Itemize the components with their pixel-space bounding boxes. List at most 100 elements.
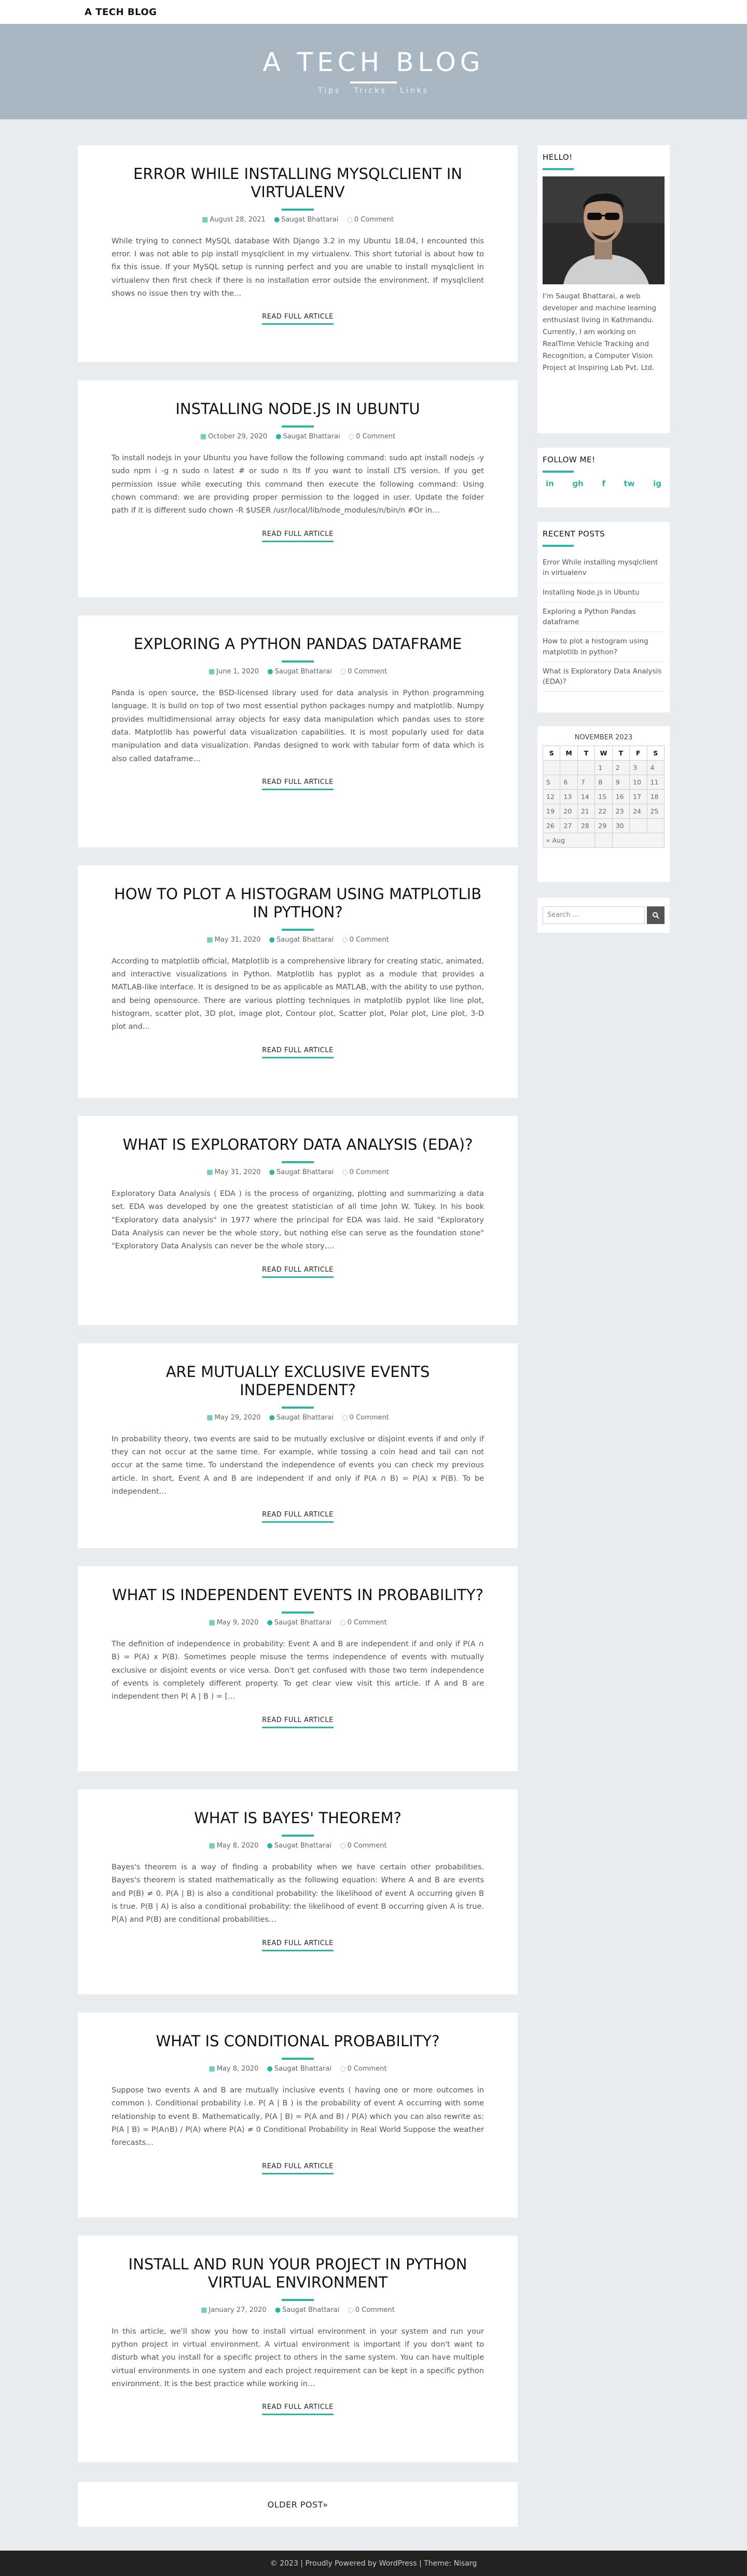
read-more-link[interactable]: READ FULL ARTICLE [262,1511,334,1523]
older-posts-link[interactable]: OLDER POST» [268,2500,328,2510]
post-comments[interactable]: 0 Comment [347,1842,386,1850]
post-date[interactable]: May 29, 2020 [215,1414,261,1422]
post-author[interactable]: Saugat Bhattarai [282,2306,339,2314]
post-comments[interactable]: 0 Comment [347,1619,386,1627]
post-comments[interactable]: 0 Comment [350,936,389,944]
twitter-icon[interactable]: tw [624,479,634,488]
user-icon: ● [269,1168,275,1176]
widget-rule [543,471,574,473]
post-date[interactable]: May 9, 2020 [217,1619,259,1627]
calendar-day: 11 [646,775,665,790]
read-more-link[interactable]: READ FULL ARTICLE [262,2403,334,2416]
post-date[interactable]: May 8, 2020 [217,1842,259,1850]
post-author[interactable]: Saugat Bhattarai [274,1842,331,1850]
site-title-link[interactable]: A TECH BLOG [85,7,157,18]
post-comments[interactable]: 0 Comment [356,433,395,440]
post-comments[interactable]: 0 Comment [354,216,394,224]
post-title[interactable]: WHAT IS EXPLORATORY DATA ANALYSIS (EDA)? [112,1136,484,1154]
post-title[interactable]: INSTALLING NODE.JS IN UBUNTU [112,400,484,418]
post-comments[interactable]: 0 Comment [350,1414,389,1422]
post-comments[interactable]: 0 Comment [347,2065,386,2073]
facebook-icon[interactable]: f [602,479,605,488]
calendar-day: 28 [577,818,596,833]
post-title[interactable]: HOW TO PLOT A HISTOGRAM USING MATPLOTLIB… [112,885,484,921]
recent-post-link[interactable]: What is Exploratory Data Analysis (EDA)? [543,662,665,692]
read-more-link[interactable]: READ FULL ARTICLE [262,1266,334,1278]
calendar-day: 17 [629,789,647,804]
hello-widget: HELLO! I'm Saugat Bhattarai, a web devel… [537,145,670,433]
hero-title[interactable]: A TECH BLOG [0,47,747,77]
post-title[interactable]: WHAT IS INDEPENDENT EVENTS IN PROBABILIT… [112,1586,484,1604]
post-title[interactable]: WHAT IS CONDITIONAL PROBABILITY? [112,2032,484,2050]
search-widget: Search ... [537,898,670,933]
read-more-link[interactable]: READ FULL ARTICLE [262,530,334,542]
recent-post-link[interactable]: How to plot a histogram using matplotlib… [543,632,665,662]
post-author[interactable]: Saugat Bhattarai [274,2065,331,2073]
weekday-label: S [646,746,665,761]
calendar-day: 9 [612,775,630,790]
calendar-icon: ▦ [209,1618,215,1627]
recent-post-link[interactable]: Error While installing mysqlclient in vi… [543,553,665,583]
comment-icon: ◌ [348,2306,354,2314]
recent-post-link[interactable]: Installing Node.js in Ubuntu [543,583,665,602]
post-title[interactable]: ARE MUTUALLY EXCLUSIVE EVENTS INDEPENDEN… [112,1363,484,1399]
recent-post-link[interactable]: Exploring a Python Pandas dataframe [543,602,665,632]
post-date[interactable]: May 31, 2020 [215,936,261,944]
calendar-table: S M T W T F S 1 2 3 4 5 6 7 8 9 10 11 12… [542,746,665,848]
linkedin-icon[interactable]: in [546,479,554,488]
calendar-nav-row: « Aug [542,833,665,848]
github-icon[interactable]: gh [572,479,583,488]
widget-title: HELLO! [543,153,573,162]
read-more-link[interactable]: READ FULL ARTICLE [262,313,334,325]
post-author[interactable]: Saugat Bhattarai [276,1168,334,1176]
calendar-header-row: S M T W T F S [542,746,665,761]
post-card: WHAT IS EXPLORATORY DATA ANALYSIS (EDA)?… [78,1116,518,1325]
instagram-icon[interactable]: ig [653,479,661,488]
post-meta: ▦ June 1, 2020 ● Saugat Bhattarai ◌ 0 Comme… [112,668,484,676]
footer: © 2023 | Proudly Powered by WordPress | … [0,2551,747,2576]
read-more-link[interactable]: READ FULL ARTICLE [262,1046,334,1058]
comment-icon: ◌ [342,935,348,944]
user-icon: ● [273,215,280,224]
post-comments[interactable]: 0 Comment [355,2306,395,2314]
calendar-day [542,760,561,775]
bio-text: I'm Saugat Bhattarai, a web developer an… [543,292,656,372]
post-author[interactable]: Saugat Bhattarai [275,668,332,676]
search-button[interactable] [647,906,665,924]
post-author[interactable]: Saugat Bhattarai [283,433,340,440]
post-date[interactable]: August 28, 2021 [210,216,266,224]
search-input[interactable]: Search ... [543,906,645,924]
post-date[interactable]: May 31, 2020 [215,1168,261,1176]
calendar-day: 12 [542,789,561,804]
post-author[interactable]: Saugat Bhattarai [274,1619,331,1627]
post-title[interactable]: ERROR WHILE INSTALLING MYSQLCLIENT IN VI… [112,165,484,201]
post-date[interactable]: October 29, 2020 [208,433,267,440]
post-title[interactable]: WHAT IS BAYES' THEOREM? [112,1809,484,1827]
read-more-link[interactable]: READ FULL ARTICLE [262,1716,334,1728]
post-meta: ▦ May 31, 2020 ● Saugat Bhattarai ◌ 0 Comme… [112,936,484,944]
post-date[interactable]: January 27, 2020 [209,2306,266,2314]
post-title[interactable]: INSTALL AND RUN YOUR PROJECT IN PYTHON V… [112,2255,484,2292]
post-date[interactable]: June 1, 2020 [216,668,259,676]
read-more-link[interactable]: READ FULL ARTICLE [262,778,334,791]
user-icon: ● [267,667,273,676]
post-author[interactable]: Saugat Bhattarai [281,216,338,224]
post-author[interactable]: Saugat Bhattarai [276,936,334,944]
calendar-day: 19 [542,804,561,819]
post-comments[interactable]: 0 Comment [350,1168,389,1176]
calendar-day: 23 [612,804,630,819]
comment-icon: ◌ [347,215,353,224]
post-title[interactable]: EXPLORING A PYTHON PANDAS DATAFRAME [112,635,484,653]
hero-tagline: Tips · Tricks · Links [317,87,430,95]
widget-title: RECENT POSTS [543,529,605,539]
post-date[interactable]: May 8, 2020 [217,2065,259,2073]
calendar-prev-link[interactable]: « Aug [542,833,596,848]
comment-icon: ◌ [342,1168,348,1176]
post-comments[interactable]: 0 Comment [348,668,387,676]
calendar-day: 21 [577,804,596,819]
read-more-link[interactable]: READ FULL ARTICLE [262,2162,334,2174]
title-rule [282,660,314,663]
post-excerpt: In this article, we'll show you how to i… [112,2327,484,2389]
post-author[interactable]: Saugat Bhattarai [276,1414,334,1422]
read-more-link[interactable]: READ FULL ARTICLE [262,1939,334,1951]
